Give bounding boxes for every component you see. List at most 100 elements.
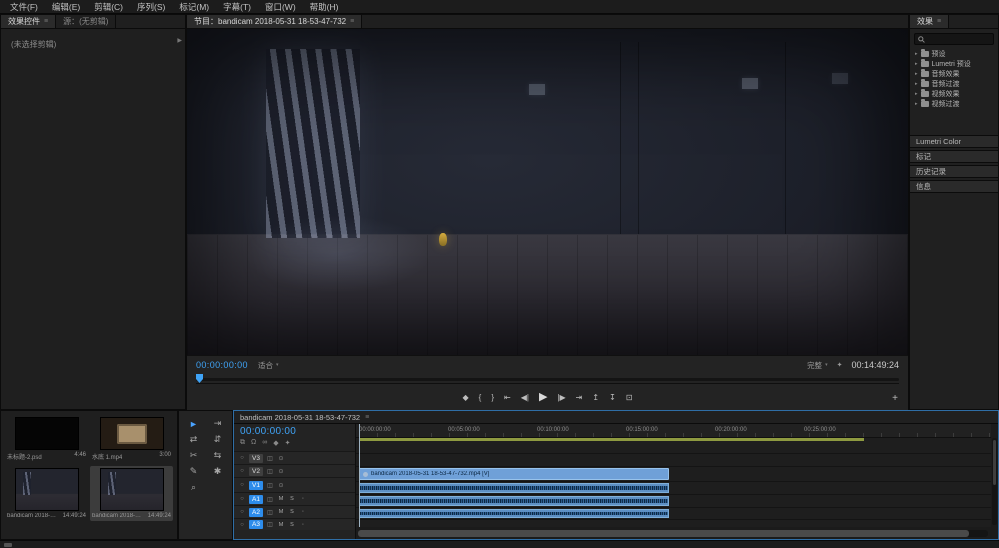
track-badge-v3[interactable]: V3	[249, 454, 263, 463]
tab-sequence[interactable]: bandicam 2018-05-31 18-53-47-732	[240, 413, 360, 422]
project-item-selected[interactable]: bandicam 2018-05…14:49:24	[90, 466, 173, 521]
play-button[interactable]: ▶	[539, 392, 547, 403]
video-clip[interactable]: bandicam 2018-05-31 18-53-47-732.mp4 [V]	[359, 468, 669, 480]
slip-tool[interactable]: ⇆	[210, 449, 226, 462]
linked-selection-icon[interactable]: ∞	[262, 439, 267, 449]
effects-search-input[interactable]	[914, 33, 994, 45]
selection-tool[interactable]: ►	[186, 417, 202, 430]
add-marker-icon[interactable]: ◆	[273, 439, 278, 449]
panel-tab-history[interactable]: 历史记录	[910, 165, 998, 178]
mute-toggle[interactable]: M	[277, 522, 285, 528]
zoom-tool[interactable]: ⌕	[186, 481, 202, 494]
project-thumbnail[interactable]	[100, 468, 164, 511]
go-to-in-button[interactable]: ⇤	[504, 394, 511, 402]
bin-audio-transitions[interactable]: ▸音频过渡	[910, 79, 998, 89]
timeline-position-timecode[interactable]: 00:00:00:00	[234, 424, 355, 437]
export-frame-button[interactable]: ⊡	[626, 394, 633, 402]
panel-menu-icon[interactable]: ≡	[350, 18, 354, 25]
track-lock-icon[interactable]: ○	[238, 468, 246, 474]
twirl-icon[interactable]: ▸	[915, 101, 918, 107]
solo-toggle[interactable]: S	[288, 496, 296, 502]
menu-file[interactable]: 文件(F)	[3, 0, 45, 14]
track-output-eye-icon[interactable]: ⊙	[277, 482, 285, 489]
chevron-right-icon[interactable]: ▶	[177, 37, 182, 44]
sync-lock-icon[interactable]: ◫	[266, 468, 274, 475]
panel-tab-lumetri-color[interactable]: Lumetri Color	[910, 135, 998, 148]
project-thumbnail[interactable]	[15, 468, 79, 511]
track-a2[interactable]	[356, 495, 991, 508]
tab-effect-controls[interactable]: 效果控件 ≡	[1, 15, 56, 28]
bin-video-effects[interactable]: ▸视频效果	[910, 89, 998, 99]
zoom-level-select[interactable]: 适合 ▾	[258, 360, 279, 371]
panel-menu-icon[interactable]: ≡	[44, 18, 48, 25]
menu-clip[interactable]: 剪辑(C)	[87, 0, 130, 14]
voiceover-record-icon[interactable]: ◦	[299, 522, 307, 528]
bin-audio-effects[interactable]: ▸音频效果	[910, 69, 998, 79]
track-v3[interactable]	[356, 441, 991, 454]
hand-tool[interactable]: ✱	[210, 465, 226, 478]
project-item[interactable]: 水底 1.mp43:00	[90, 415, 173, 463]
track-lock-icon[interactable]: ○	[238, 455, 246, 461]
nest-toggle-icon[interactable]: ⧉	[240, 439, 245, 449]
panel-tab-markers[interactable]: 标记	[910, 150, 998, 163]
track-badge-a1[interactable]: A1	[249, 495, 263, 504]
menu-title[interactable]: 字幕(T)	[216, 0, 258, 14]
track-output-eye-icon[interactable]: ⊙	[277, 455, 285, 462]
button-editor-plus-button[interactable]: +	[892, 393, 898, 404]
sync-lock-icon[interactable]: ◫	[266, 455, 274, 462]
sync-lock-icon[interactable]: ◫	[266, 509, 274, 516]
track-lock-icon[interactable]: ○	[238, 482, 246, 488]
track-lock-icon[interactable]: ○	[238, 496, 246, 502]
twirl-icon[interactable]: ▸	[915, 61, 918, 67]
track-v1[interactable]: bandicam 2018-05-31 18-53-47-732.mp4 [V]	[356, 467, 991, 482]
scrollbar-handle[interactable]	[993, 440, 996, 485]
add-marker-button[interactable]: ◆	[463, 394, 469, 402]
sync-lock-icon[interactable]: ◫	[266, 496, 274, 503]
project-item[interactable]: bandicam 2018-05…14:49:24	[5, 466, 88, 521]
track-lock-icon[interactable]: ○	[238, 509, 246, 515]
sync-lock-icon[interactable]: ◫	[266, 482, 274, 489]
lift-button[interactable]: ↥	[592, 394, 599, 402]
menu-help[interactable]: 帮助(H)	[303, 0, 346, 14]
playback-resolution-select[interactable]: 完整 ▾	[807, 360, 828, 371]
rolling-edit-tool[interactable]: ⇵	[210, 433, 226, 446]
twirl-icon[interactable]: ▸	[915, 71, 918, 77]
track-a3[interactable]	[356, 508, 991, 520]
bin-lumetri-presets[interactable]: ▸Lumetri 预设	[910, 59, 998, 69]
sync-lock-icon[interactable]: ◫	[266, 521, 274, 528]
track-badge-a2[interactable]: A2	[249, 508, 263, 517]
timeline-settings-icon[interactable]: ✦	[285, 439, 291, 449]
mark-in-button[interactable]: {	[479, 394, 482, 402]
panel-menu-icon[interactable]: ≡	[937, 18, 941, 25]
track-a1[interactable]	[356, 482, 991, 495]
go-to-out-button[interactable]: ⇥	[576, 394, 583, 402]
track-lock-icon[interactable]: ○	[238, 522, 246, 528]
pen-tool[interactable]: ✎	[186, 465, 202, 478]
timeline-horizontal-scrollbar[interactable]	[358, 530, 988, 537]
track-badge-a3[interactable]: A3	[249, 520, 263, 529]
program-seek-bar[interactable]	[196, 374, 899, 384]
audio-clip-a2[interactable]	[359, 496, 669, 506]
audio-clip-a3[interactable]	[359, 509, 669, 518]
track-output-eye-icon[interactable]: ⊙	[277, 468, 285, 475]
twirl-icon[interactable]: ▸	[915, 81, 918, 87]
panel-menu-icon[interactable]: ≡	[365, 414, 369, 421]
step-forward-button[interactable]: |▶	[557, 394, 565, 402]
extract-button[interactable]: ↧	[609, 394, 616, 402]
solo-toggle[interactable]: S	[288, 509, 296, 515]
seek-track[interactable]	[196, 378, 899, 381]
track-select-tool[interactable]: ⇥	[210, 417, 226, 430]
audio-clip-a1[interactable]	[359, 483, 669, 493]
mute-toggle[interactable]: M	[277, 496, 285, 502]
razor-tool[interactable]: ✂	[186, 449, 202, 462]
project-item[interactable]: 未标题-2.psd4:46	[5, 415, 88, 463]
step-back-button[interactable]: ◀|	[521, 394, 529, 402]
track-badge-v2[interactable]: V2	[249, 467, 263, 476]
bin-presets[interactable]: ▸预设	[910, 49, 998, 59]
solo-toggle[interactable]: S	[288, 522, 296, 528]
project-thumbnail[interactable]	[100, 417, 164, 450]
bin-video-transitions[interactable]: ▸视频过渡	[910, 99, 998, 109]
mark-out-button[interactable]: }	[491, 394, 494, 402]
ripple-edit-tool[interactable]: ⇄	[186, 433, 202, 446]
track-v2[interactable]	[356, 454, 991, 467]
